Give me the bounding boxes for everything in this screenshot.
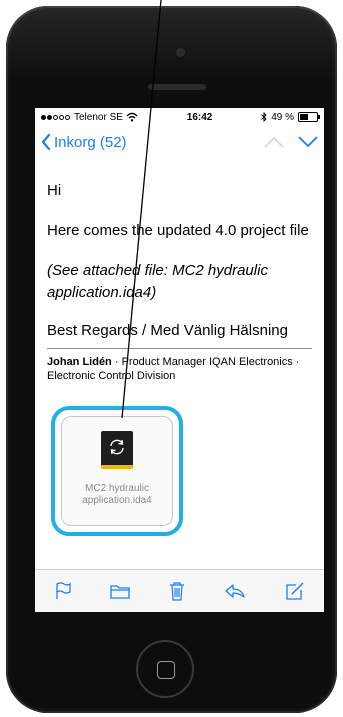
battery-percent: 49 %: [271, 111, 294, 123]
email-greeting: Hi: [47, 182, 62, 199]
flag-icon[interactable]: [55, 582, 71, 600]
home-button[interactable]: [136, 640, 194, 698]
wifi-icon: [126, 112, 138, 122]
bluetooth-icon: [261, 112, 267, 122]
chevron-left-icon: [41, 134, 51, 150]
attachment-name-line-2: application.ida4: [82, 495, 152, 506]
back-button[interactable]: Inkorg (52): [41, 134, 127, 151]
email-closing: Best Regards / Med Vänlig Hälsning: [47, 322, 288, 339]
compose-icon[interactable]: [285, 581, 305, 601]
attachment-highlight: MC2 hydraulic application.ida4: [51, 406, 183, 536]
back-label: Inkorg (52): [54, 133, 127, 151]
earpiece-speaker: [148, 84, 206, 90]
email-body: Hi Here comes the updated 4.0 project fi…: [35, 180, 324, 383]
signature-name: Johan Lidén: [47, 356, 112, 368]
status-bar: Telenor SE 16:42 49 %: [35, 108, 324, 126]
phone-glare: [6, 6, 337, 116]
trash-icon[interactable]: [169, 581, 185, 601]
chevron-up-icon[interactable]: [264, 136, 284, 148]
battery-icon: [297, 112, 320, 122]
attachment-filename: MC2 hydraulic application.ida4: [82, 483, 152, 507]
phone-screen: Telenor SE 16:42 49 % Inkorg (52) Hi Her…: [35, 108, 324, 612]
mail-toolbar: [35, 569, 324, 612]
folder-icon[interactable]: [109, 583, 130, 599]
reply-icon[interactable]: [224, 583, 246, 599]
attachment-card[interactable]: MC2 hydraulic application.ida4: [61, 416, 173, 526]
carrier-name: Telenor SE: [74, 111, 123, 123]
signature-divider: [47, 348, 312, 349]
mail-navbar: Inkorg (52): [35, 126, 324, 158]
chevron-down-icon[interactable]: [298, 136, 318, 148]
file-sync-icon: [101, 431, 133, 469]
email-line-1: Here comes the updated 4.0 project file: [47, 222, 309, 239]
email-line-2: (See attached file: MC2 hydraulic applic…: [47, 262, 268, 301]
attachment-name-line-1: MC2 hydraulic: [85, 483, 149, 494]
status-time: 16:42: [186, 111, 213, 123]
signal-strength-icon: [41, 114, 70, 120]
email-signature: Johan Lidén · Product Manager IQAN Elect…: [47, 355, 312, 383]
front-camera: [176, 48, 185, 57]
